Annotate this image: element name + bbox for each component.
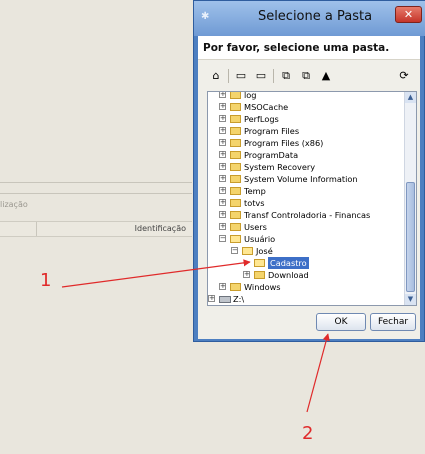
annotation-arrows (61, 259, 330, 413)
annotation-number-2: 2 (302, 423, 314, 444)
arrow-1 (61, 259, 251, 288)
annotation-number-1: 1 (40, 270, 52, 291)
arrow-2 (306, 333, 330, 413)
